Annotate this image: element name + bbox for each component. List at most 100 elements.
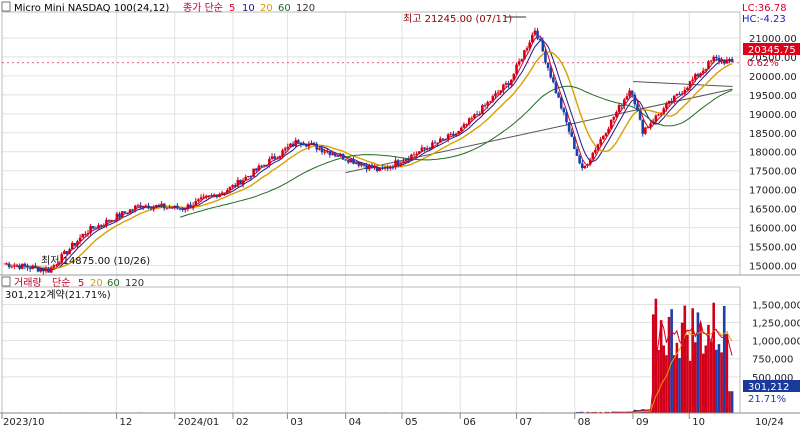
candle-body bbox=[691, 79, 694, 82]
candle-body bbox=[81, 234, 85, 238]
candle-body bbox=[567, 122, 571, 132]
candle-body bbox=[678, 93, 681, 95]
legend-prefix: 종가 단순 bbox=[183, 2, 223, 14]
candle-body bbox=[236, 179, 240, 187]
candle-body bbox=[268, 158, 271, 166]
candle-body bbox=[202, 196, 205, 198]
candle-body bbox=[609, 119, 613, 129]
candle-body bbox=[286, 146, 290, 149]
candle-body bbox=[694, 74, 697, 80]
candle-body bbox=[99, 225, 103, 227]
candle-body bbox=[402, 161, 405, 164]
volume-bar bbox=[678, 358, 681, 413]
candle-body bbox=[412, 154, 416, 156]
candle-body bbox=[346, 160, 350, 163]
candle-body bbox=[134, 205, 137, 210]
candle-body bbox=[494, 93, 497, 97]
candle-body bbox=[449, 133, 453, 135]
volume-tick-label: 1,000,000 bbox=[752, 337, 800, 348]
candle-body bbox=[362, 164, 366, 166]
candle-body bbox=[378, 167, 382, 171]
candle-body bbox=[289, 143, 292, 147]
volume-bar bbox=[717, 344, 721, 413]
volume-legend-ma120: 120 bbox=[125, 278, 144, 289]
volume-bar bbox=[683, 305, 687, 413]
candle-body bbox=[120, 211, 124, 218]
candle-body bbox=[155, 205, 158, 207]
change-label: 0.62% bbox=[747, 58, 779, 69]
candle-body bbox=[7, 263, 11, 268]
candle-body bbox=[481, 105, 484, 115]
candle-body bbox=[562, 108, 566, 113]
candle-body bbox=[5, 263, 8, 265]
candle-body bbox=[160, 203, 163, 206]
candle-body bbox=[157, 205, 161, 207]
candle-body bbox=[659, 113, 663, 115]
candle-body bbox=[483, 105, 487, 107]
candle-body bbox=[10, 266, 14, 268]
candle-body bbox=[297, 140, 300, 143]
volume-bar bbox=[680, 322, 684, 413]
candle-body bbox=[615, 111, 618, 118]
chart-title: Micro Mini NASDAQ 100(24,12) bbox=[14, 3, 169, 14]
price-tick-label: 18000.00 bbox=[749, 148, 797, 159]
candle-body bbox=[467, 118, 471, 125]
volume-bar bbox=[665, 355, 668, 413]
candle-body bbox=[633, 94, 637, 105]
month-label: 04 bbox=[349, 417, 362, 428]
candle-body bbox=[370, 165, 374, 169]
candle-body bbox=[502, 84, 505, 91]
candle-body bbox=[541, 40, 545, 52]
candle-body bbox=[675, 93, 679, 96]
candle-body bbox=[49, 267, 53, 273]
candle-body bbox=[176, 205, 179, 209]
legend-box-icon[interactable] bbox=[1, 1, 11, 12]
candle-body bbox=[368, 165, 371, 170]
volume-current-label: 301,212 bbox=[748, 382, 789, 393]
candle-body bbox=[704, 69, 708, 71]
candle-body bbox=[315, 143, 319, 150]
candle-body bbox=[428, 148, 432, 150]
candle-body bbox=[262, 164, 266, 166]
candle-body bbox=[228, 186, 232, 191]
candle-body bbox=[183, 209, 187, 211]
candle-body bbox=[515, 64, 518, 74]
candle-body bbox=[210, 195, 213, 197]
candle-body bbox=[118, 213, 121, 218]
low-annotation: 최저 14875.00 (10/26) bbox=[41, 255, 150, 267]
candle-body bbox=[152, 206, 156, 209]
candle-body bbox=[465, 124, 468, 126]
candle-body bbox=[394, 160, 397, 168]
candle-body bbox=[612, 117, 616, 120]
candle-body bbox=[320, 148, 324, 153]
candle-body bbox=[199, 197, 203, 200]
candle-body bbox=[86, 232, 90, 235]
candle-body bbox=[31, 265, 35, 269]
candle-body bbox=[102, 225, 106, 227]
candle-body bbox=[39, 269, 42, 272]
candle-body bbox=[144, 205, 148, 207]
volume-tick-label: 1,250,000 bbox=[752, 319, 800, 330]
candle-body bbox=[139, 205, 142, 208]
candle-body bbox=[341, 154, 345, 160]
volume-bar bbox=[720, 352, 723, 413]
candle-body bbox=[546, 62, 550, 69]
month-label: 03 bbox=[290, 417, 303, 428]
volume-bar bbox=[725, 334, 729, 413]
legend-ma60: 60 bbox=[278, 3, 291, 14]
candle-body bbox=[247, 176, 250, 178]
candle-body bbox=[189, 204, 192, 208]
candle-body bbox=[194, 201, 198, 206]
candle-body bbox=[325, 151, 329, 153]
volume-legend-box-icon[interactable] bbox=[1, 276, 11, 287]
candle-body bbox=[28, 267, 32, 269]
volume-bar bbox=[712, 302, 716, 413]
candle-body bbox=[491, 96, 495, 102]
volume-bar bbox=[704, 345, 708, 413]
candle-body bbox=[683, 90, 687, 94]
candle-body bbox=[407, 159, 411, 161]
candle-body bbox=[278, 155, 282, 159]
candle-body bbox=[352, 159, 355, 164]
volume-bar bbox=[686, 334, 689, 413]
candle-body bbox=[399, 163, 403, 165]
